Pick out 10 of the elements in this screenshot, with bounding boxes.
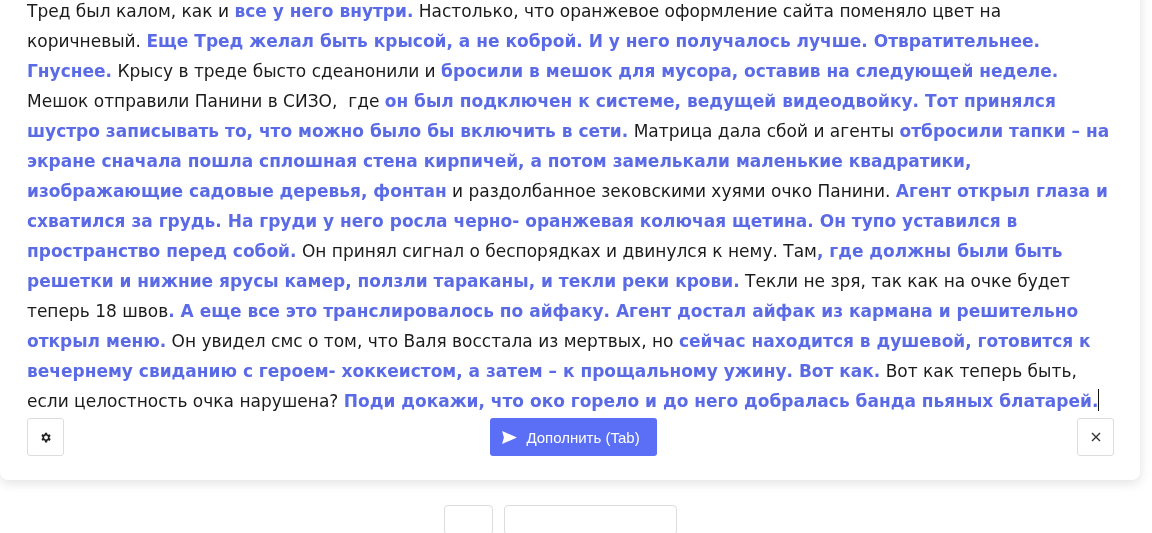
footer-button[interactable] (443, 505, 493, 533)
close-icon (1090, 432, 1101, 442)
complete-button[interactable]: Дополнить (Tab) (490, 418, 657, 456)
close-button[interactable] (1077, 418, 1114, 456)
text-cursor (1098, 389, 1100, 411)
settings-button[interactable] (27, 418, 64, 456)
story-text[interactable]: Тред был калом, как и все у него внутри. Настолько, что оранжевое оформление сайта поменяло цвет на коричневый. Еще Тред желал быть крысой, а не коброй. И у него получалось лучше. Отвратительнее. Гнуснее. Крысу в треде бысто сдеанонили и бросили в мешок для мусора, оставив на следующей неделе. Мешок отправили Панини в СИЗО, где он был подключен к системе, ведущей видеодвойку. Тот принялся шустро записывать то, что можно было бы включить в сети. Матрица дала сбой и агенты отбросили тапки – на экране сначала пошла сплошная стена кирпичей, а потом замелькали маленькие квадратики, изображающие садовые деревья, фонтан и раздолбанное зековскими хуями очко Панини. Агент открыл глаза и схватился за грудь. На груди у него росла черно- оранжевая колючая щетина. Он тупо уставился в пространство перед собой. Он принял сигнал о беспорядках и двинулся к нему. Там, где должны были быть решетки и нижние ярусы камер, ползли тараканы, и текли реки крови. Текли не зря, так как на очке будет теперь 18 швов. А еще все это транслировалось по айфаку. Агент достал айфак из кармана и решительно открыл меню. Он увидел смс о том, что Валя восстала из мертвых, но сейчас находится в душевой, готовится к вечернему свиданию с героем- хоккеистом, а затем – к прощальному ужину. Вот как. Вот как теперь быть, если целостность очка нарушена? Поди докажи, что око горело и до него добралась банда пьяных блатарей. (27, 0, 1114, 416)
send-icon (502, 430, 518, 444)
footer-button[interactable] (503, 505, 677, 533)
settings-icon (39, 430, 52, 444)
